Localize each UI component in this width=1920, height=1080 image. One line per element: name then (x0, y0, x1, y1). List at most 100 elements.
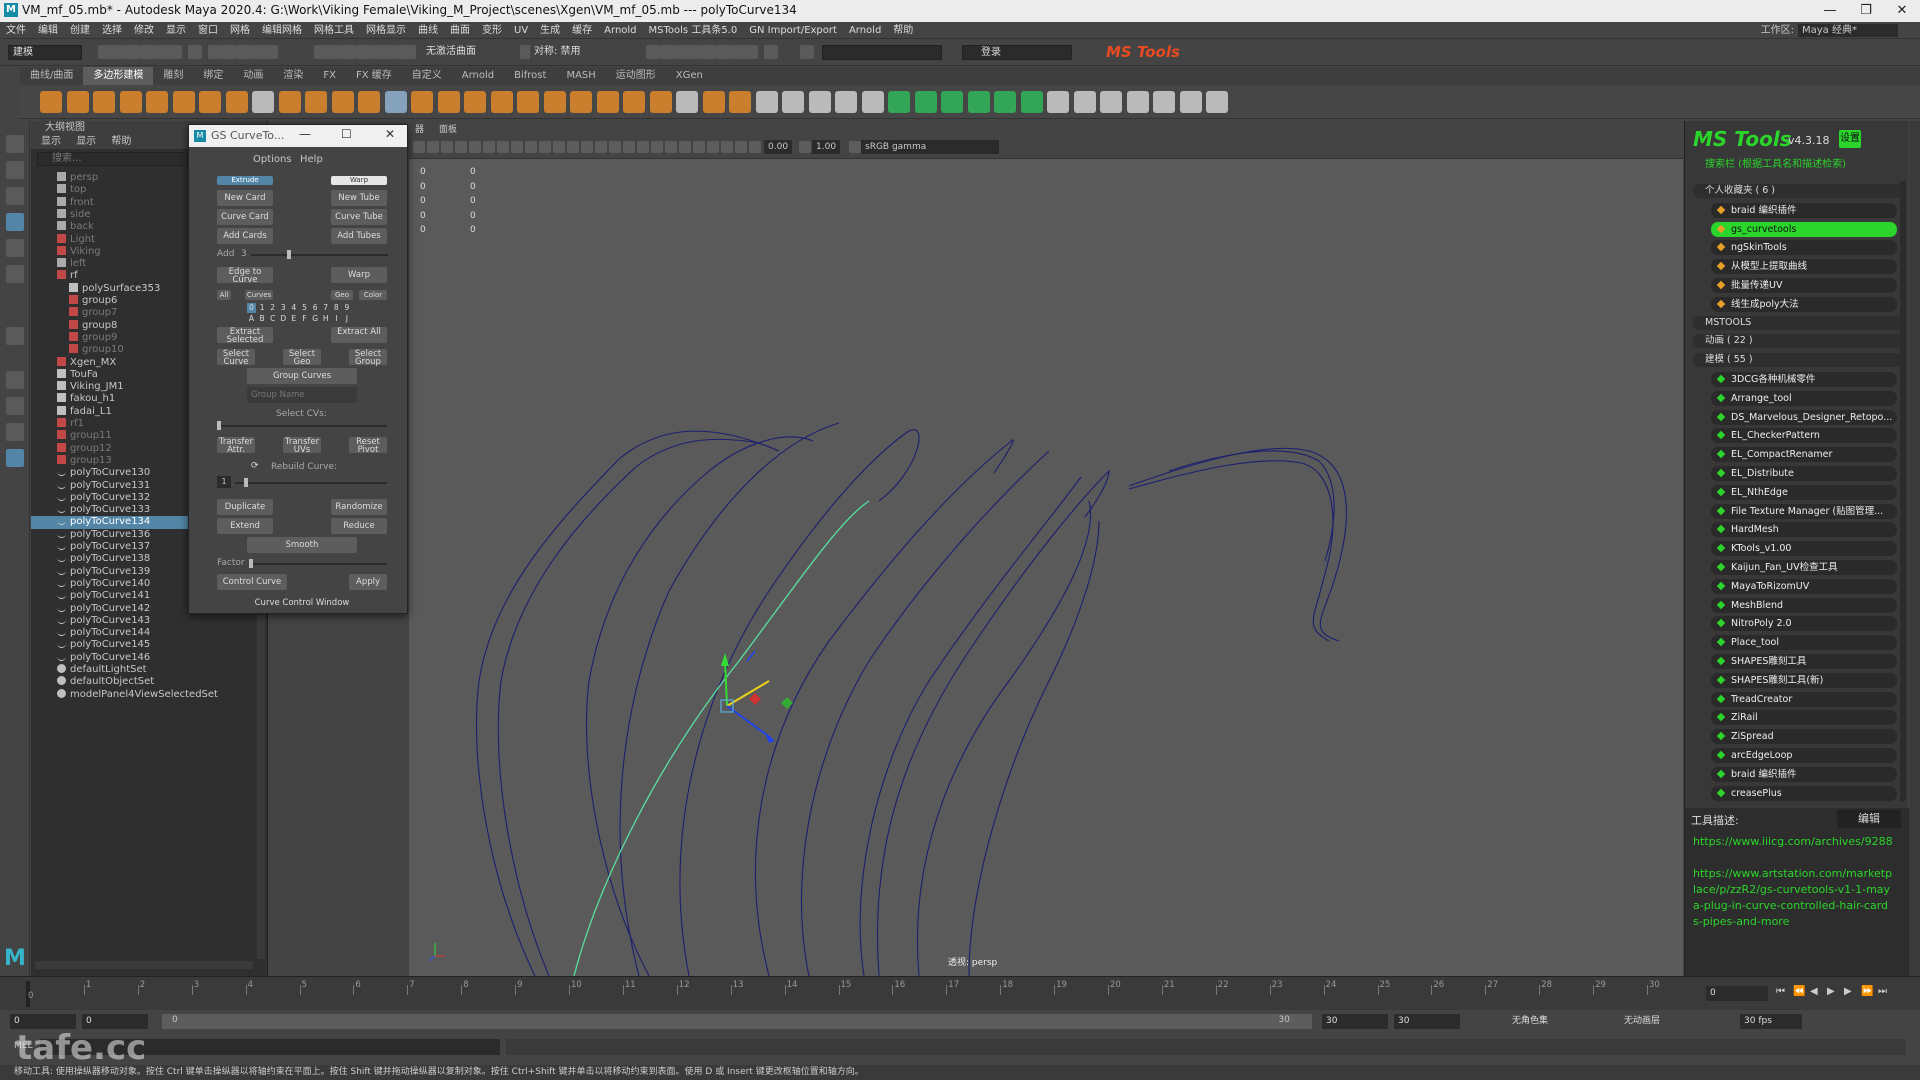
viewport-tool-icon[interactable] (413, 141, 425, 153)
mstools-tool-item[interactable]: gs_curvetools (1711, 221, 1897, 237)
shelf-tool-icon[interactable] (835, 91, 857, 113)
add-value[interactable]: 3 (241, 249, 247, 259)
mstools-tool-item[interactable]: creasePlus (1711, 785, 1897, 801)
viewport-tool-icon[interactable] (469, 141, 481, 153)
viewport-tool-icon[interactable] (609, 141, 621, 153)
workspace-select[interactable]: Maya 经典* (1798, 24, 1898, 37)
gs-maximize-icon[interactable]: ☐ (341, 127, 352, 141)
factor-slider[interactable] (249, 563, 387, 565)
range-slider[interactable]: 0 30 (162, 1014, 1312, 1029)
shelf-tool-icon[interactable] (278, 91, 301, 113)
outliner-row[interactable]: polyToCurve146 (31, 652, 255, 664)
mstools-tool-item[interactable]: TreadCreator (1711, 691, 1897, 707)
viewport-tool-icon[interactable] (483, 141, 495, 153)
playback-button-icon[interactable]: ⏮ (1776, 986, 1785, 997)
viewport-tool-icon[interactable] (567, 141, 579, 153)
shelf-tool-icon[interactable] (384, 91, 407, 113)
viewport-tool-icon[interactable] (679, 141, 691, 153)
playback-button-icon[interactable]: ◀ (1810, 986, 1818, 997)
rebuild-slider[interactable] (235, 482, 387, 484)
rebuild-value-field[interactable]: 1 (217, 476, 231, 488)
outliner-row[interactable]: defaultObjectSet (31, 676, 255, 688)
status-tool-icon[interactable] (236, 45, 250, 59)
menu-item[interactable]: 生成 (534, 22, 566, 39)
status-tool-icon[interactable] (250, 45, 264, 59)
menu-item[interactable]: 曲面 (444, 22, 476, 39)
select-cvs-knob[interactable] (217, 421, 221, 430)
layer-button[interactable]: 2 (268, 303, 277, 313)
layer-geo-button[interactable]: Geo (331, 290, 353, 300)
viewport-tool-icon[interactable] (511, 141, 523, 153)
layer-button[interactable]: E (289, 314, 298, 324)
select-group-button[interactable]: Select Group (349, 349, 387, 366)
viewport-tool-icon[interactable] (735, 141, 747, 153)
gamma-field[interactable]: 1.00 (812, 140, 841, 154)
mstools-tool-item[interactable]: arcEdgeLoop (1711, 748, 1897, 763)
status-tool-icon[interactable] (716, 45, 730, 59)
add-cards-button[interactable]: Add Cards (217, 228, 273, 244)
layer-button[interactable]: F (300, 314, 309, 324)
status-tool-icon[interactable] (98, 45, 112, 59)
shelf-tool-icon[interactable] (702, 91, 725, 113)
layer-button[interactable]: D (279, 314, 288, 324)
rebuild-slider-knob[interactable] (244, 478, 248, 487)
shelf-tool-icon[interactable] (490, 91, 513, 113)
shelf-tab[interactable]: 多边形建模 (83, 67, 154, 85)
mstools-tool-item[interactable]: Arrange_tool (1711, 390, 1897, 406)
shelf-tool-icon[interactable] (676, 91, 698, 113)
playback-end-field[interactable]: 30 (1322, 1014, 1388, 1029)
viewport-tool-icon[interactable] (651, 141, 663, 153)
layer-curves-button[interactable]: Curves (245, 290, 273, 300)
playback-button-icon[interactable]: ▶ (1844, 986, 1852, 997)
status-tool-icon[interactable] (660, 45, 674, 59)
add-slider[interactable] (251, 254, 388, 256)
shelf-tool-icon[interactable] (861, 91, 884, 113)
viewport-tool-icon[interactable] (693, 141, 705, 153)
viewport-tool-icon[interactable] (539, 141, 551, 153)
outliner-row[interactable]: modelPanel4ViewSelectedSet (31, 688, 255, 701)
layer-button[interactable]: 5 (300, 303, 309, 313)
select-tool-icon[interactable] (6, 135, 24, 153)
status-tool-icon[interactable] (188, 45, 202, 59)
layer-button[interactable]: B (258, 314, 267, 324)
login-button[interactable]: 登录 (962, 45, 1072, 60)
status-tool-icon[interactable] (674, 45, 688, 59)
viewport-tool-icon[interactable] (581, 141, 593, 153)
layer-button[interactable]: 6 (311, 303, 320, 313)
shelf-tool-icon[interactable] (1047, 91, 1069, 113)
mstools-scrollbar[interactable] (1900, 181, 1906, 801)
shelf-tool-icon[interactable] (729, 91, 751, 113)
viewport-tool-icon[interactable] (665, 141, 677, 153)
group-curves-button[interactable]: Group Curves (247, 368, 357, 384)
status-tool-icon[interactable] (800, 45, 814, 59)
status-tool-icon[interactable] (402, 45, 416, 59)
layer-button[interactable]: H (321, 314, 330, 324)
layer-button[interactable]: 8 (332, 303, 341, 313)
shelf-tab[interactable]: 雕刻 (153, 67, 193, 85)
shelf-tool-icon[interactable] (93, 91, 115, 113)
status-tool-icon[interactable] (168, 45, 182, 59)
shelf-tool-icon[interactable] (914, 91, 937, 113)
layout-four-icon[interactable] (6, 397, 24, 415)
layer-button[interactable]: A (247, 314, 256, 324)
shelf-tool-icon[interactable] (1100, 91, 1122, 113)
new-card-button[interactable]: New Card (217, 190, 273, 206)
control-curve-button[interactable]: Control Curve (217, 574, 287, 590)
mstools-tool-item[interactable]: braid 编织插件 (1711, 766, 1897, 782)
mstools-tool-item[interactable]: EL_NthEdge (1711, 484, 1897, 500)
gs-close-icon[interactable]: ✕ (385, 127, 395, 141)
factor-slider-knob[interactable] (249, 559, 253, 568)
character-set-select[interactable]: 无角色集 (1508, 1014, 1604, 1029)
status-tool-icon[interactable] (688, 45, 702, 59)
shelf-tool-icon[interactable] (649, 91, 672, 113)
mstools-tool-item[interactable]: 从模型上提取曲线 (1711, 259, 1897, 275)
reset-pivot-button[interactable]: Reset Pivot (349, 437, 387, 454)
status-tool-icon[interactable] (328, 45, 342, 59)
shelf-tool-icon[interactable] (967, 91, 990, 113)
mstools-tool-item[interactable]: MeshBlend (1711, 597, 1897, 613)
menu-item[interactable]: 网格工具 (308, 22, 360, 39)
mstools-section-header[interactable]: 动画 ( 22 ) (1693, 334, 1903, 349)
mstools-tool-item[interactable]: EL_CompactRenamer (1711, 447, 1897, 463)
curve-tube-button[interactable]: Curve Tube (331, 209, 387, 225)
add-slider-knob[interactable] (287, 250, 291, 259)
